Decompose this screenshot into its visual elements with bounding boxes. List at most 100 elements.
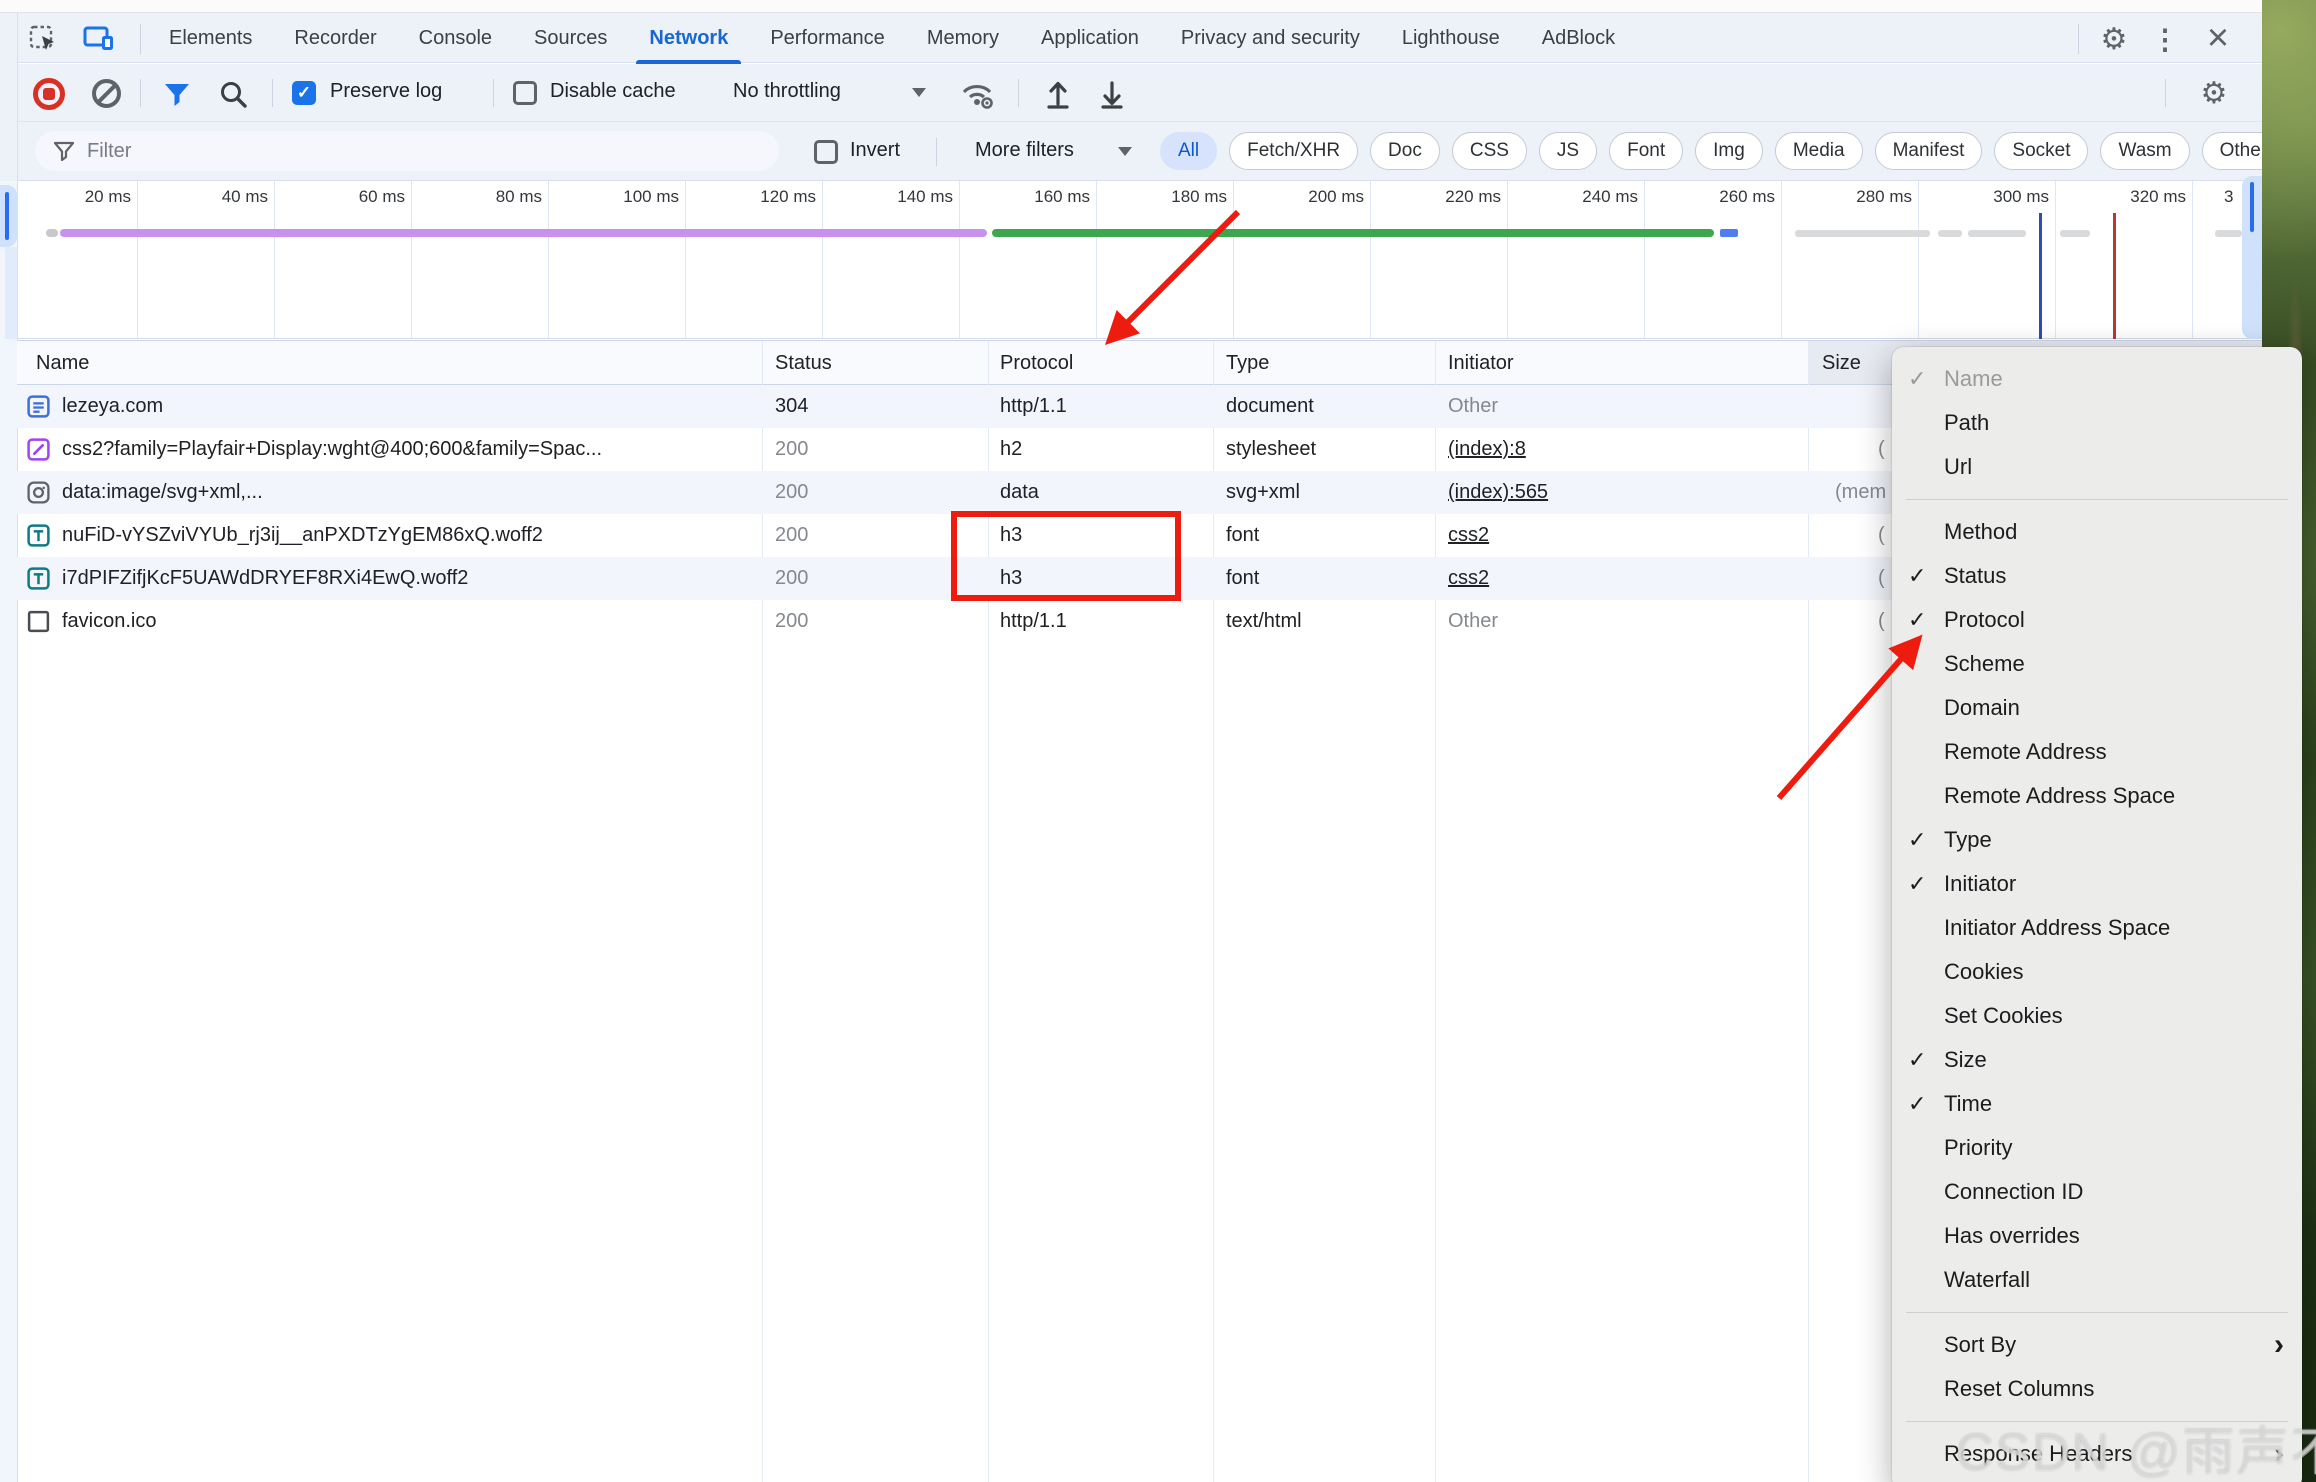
cell-initiator-link[interactable]: (index):8	[1448, 428, 1526, 471]
throttling-select[interactable]: No throttling	[733, 80, 841, 103]
network-conditions-icon[interactable]	[956, 76, 1000, 114]
cell-type: stylesheet	[1226, 428, 1316, 471]
menu-item-connection-id[interactable]: Connection ID	[1892, 1170, 2302, 1214]
menu-item-set-cookies[interactable]: Set Cookies	[1892, 994, 2302, 1038]
more-options-icon[interactable]: ⋮	[2150, 21, 2180, 57]
cell-size: (	[1878, 557, 1885, 600]
tab-console[interactable]: Console	[398, 13, 513, 63]
filter-funnel-icon	[51, 138, 77, 164]
column-header-type[interactable]: Type	[1226, 341, 1269, 385]
cell-name[interactable]: css2?family=Playfair+Display:wght@400;60…	[62, 428, 602, 471]
tab-lighthouse[interactable]: Lighthouse	[1381, 13, 1521, 63]
pill-socket[interactable]: Socket	[1994, 132, 2088, 170]
cell-name[interactable]: nuFiD-vYSZviVYUb_rj3ij__anPXDTzYgEM86xQ.…	[62, 514, 543, 557]
divider	[272, 79, 273, 107]
network-settings-gear-icon[interactable]: ⚙	[2196, 75, 2232, 111]
cell-name[interactable]: favicon.ico	[62, 600, 157, 643]
column-header-size[interactable]: Size	[1822, 341, 1861, 385]
column-header-status[interactable]: Status	[775, 341, 832, 385]
cell-type: svg+xml	[1226, 471, 1300, 514]
settings-gear-icon[interactable]: ⚙	[2096, 21, 2132, 57]
close-devtools-icon[interactable]: ×	[2198, 18, 2238, 58]
menu-item-reset-columns[interactable]: Reset Columns	[1892, 1367, 2302, 1411]
column-header-protocol[interactable]: Protocol	[1000, 341, 1073, 385]
pill-fetch-xhr[interactable]: Fetch/XHR	[1229, 132, 1358, 170]
inspect-element-icon[interactable]	[28, 24, 58, 54]
menu-item-initiator[interactable]: ✓Initiator	[1892, 862, 2302, 906]
tab-memory[interactable]: Memory	[906, 13, 1020, 63]
menu-item-size[interactable]: ✓Size	[1892, 1038, 2302, 1082]
cell-initiator-link[interactable]: css2	[1448, 514, 1489, 557]
menu-item-type[interactable]: ✓Type	[1892, 818, 2302, 862]
menu-item-protocol[interactable]: ✓Protocol	[1892, 598, 2302, 642]
cell-type: font	[1226, 514, 1259, 557]
menu-item-priority[interactable]: Priority	[1892, 1126, 2302, 1170]
column-header-name[interactable]: Name	[36, 341, 89, 385]
pill-wasm[interactable]: Wasm	[2100, 132, 2189, 170]
pill-js[interactable]: JS	[1539, 132, 1597, 170]
menu-item-remote-address[interactable]: Remote Address	[1892, 730, 2302, 774]
cell-type: text/html	[1226, 600, 1302, 643]
overview-left-handle[interactable]	[0, 185, 17, 247]
menu-item-has-overrides[interactable]: Has overrides	[1892, 1214, 2302, 1258]
filter-input[interactable]	[85, 131, 745, 171]
tab-elements[interactable]: Elements	[148, 13, 273, 63]
menu-item-path[interactable]: Path	[1892, 401, 2302, 445]
overview-left-band	[5, 247, 17, 339]
cell-protocol: h3	[1000, 557, 1022, 600]
menu-item-status[interactable]: ✓Status	[1892, 554, 2302, 598]
font-icon	[26, 566, 51, 591]
invert-checkbox[interactable]	[814, 140, 838, 164]
tab-privacy-and-security[interactable]: Privacy and security	[1160, 13, 1381, 63]
menu-item-url[interactable]: Url	[1892, 445, 2302, 489]
cell-type: document	[1226, 385, 1314, 428]
menu-item-time[interactable]: ✓Time	[1892, 1082, 2302, 1126]
cell-name[interactable]: i7dPIFZifjKcF5UAWdDRYEF8RXi4EwQ.woff2	[62, 557, 468, 600]
tab-sources[interactable]: Sources	[513, 13, 628, 63]
cell-initiator-link[interactable]: (index):565	[1448, 471, 1548, 514]
record-network-log-icon[interactable]	[33, 78, 65, 110]
overview-dom-bar	[60, 229, 987, 237]
menu-item-initiator-address-space[interactable]: Initiator Address Space	[1892, 906, 2302, 950]
column-header-initiator[interactable]: Initiator	[1448, 341, 1514, 385]
menu-item-remote-address-space[interactable]: Remote Address Space	[1892, 774, 2302, 818]
filter-toggle-icon[interactable]	[160, 79, 194, 109]
tab-network[interactable]: Network	[628, 13, 749, 63]
pill-all[interactable]: All	[1160, 132, 1217, 170]
pill-css[interactable]: CSS	[1452, 132, 1527, 170]
overview-right-handle[interactable]	[2242, 176, 2262, 339]
menu-item-method[interactable]: Method	[1892, 510, 2302, 554]
network-overview-timeline[interactable]: 20 ms 40 ms 60 ms 80 ms 100 ms 120 ms 14…	[0, 181, 2262, 339]
pill-media[interactable]: Media	[1775, 132, 1863, 170]
cell-initiator-link[interactable]: css2	[1448, 557, 1489, 600]
dom-content-loaded-line	[2039, 213, 2042, 339]
clear-network-log-icon[interactable]	[92, 79, 121, 108]
pill-manifest[interactable]: Manifest	[1875, 132, 1983, 170]
pill-doc[interactable]: Doc	[1370, 132, 1440, 170]
cell-status: 304	[775, 385, 808, 428]
menu-item-waterfall[interactable]: Waterfall	[1892, 1258, 2302, 1302]
tab-adblock[interactable]: AdBlock	[1521, 13, 1636, 63]
menu-item-response-headers[interactable]: Response Headers›	[1892, 1432, 2302, 1476]
pill-img[interactable]: Img	[1695, 132, 1763, 170]
network-filter-bar: Invert More filters All Fetch/XHR Doc CS…	[0, 122, 2262, 181]
tab-recorder[interactable]: Recorder	[273, 13, 397, 63]
pill-font[interactable]: Font	[1609, 132, 1683, 170]
disable-cache-label: Disable cache	[550, 80, 676, 103]
tick-label: 300 ms	[1993, 187, 2049, 207]
tab-application[interactable]: Application	[1020, 13, 1160, 63]
menu-item-sort-by[interactable]: Sort By›	[1892, 1323, 2302, 1367]
export-har-icon[interactable]	[1094, 77, 1130, 111]
cell-name[interactable]: lezeya.com	[62, 385, 163, 428]
menu-item-scheme[interactable]: Scheme	[1892, 642, 2302, 686]
cell-name[interactable]: data:image/svg+xml,...	[62, 471, 263, 514]
preserve-log-checkbox[interactable]: ✓	[292, 81, 316, 105]
disable-cache-checkbox[interactable]	[513, 81, 537, 105]
device-toolbar-icon[interactable]	[82, 24, 116, 54]
search-icon[interactable]	[216, 78, 250, 110]
menu-item-cookies[interactable]: Cookies	[1892, 950, 2302, 994]
menu-item-domain[interactable]: Domain	[1892, 686, 2302, 730]
more-filters-dropdown[interactable]: More filters	[975, 139, 1074, 162]
tab-performance[interactable]: Performance	[749, 13, 906, 63]
import-har-icon[interactable]	[1040, 77, 1076, 111]
